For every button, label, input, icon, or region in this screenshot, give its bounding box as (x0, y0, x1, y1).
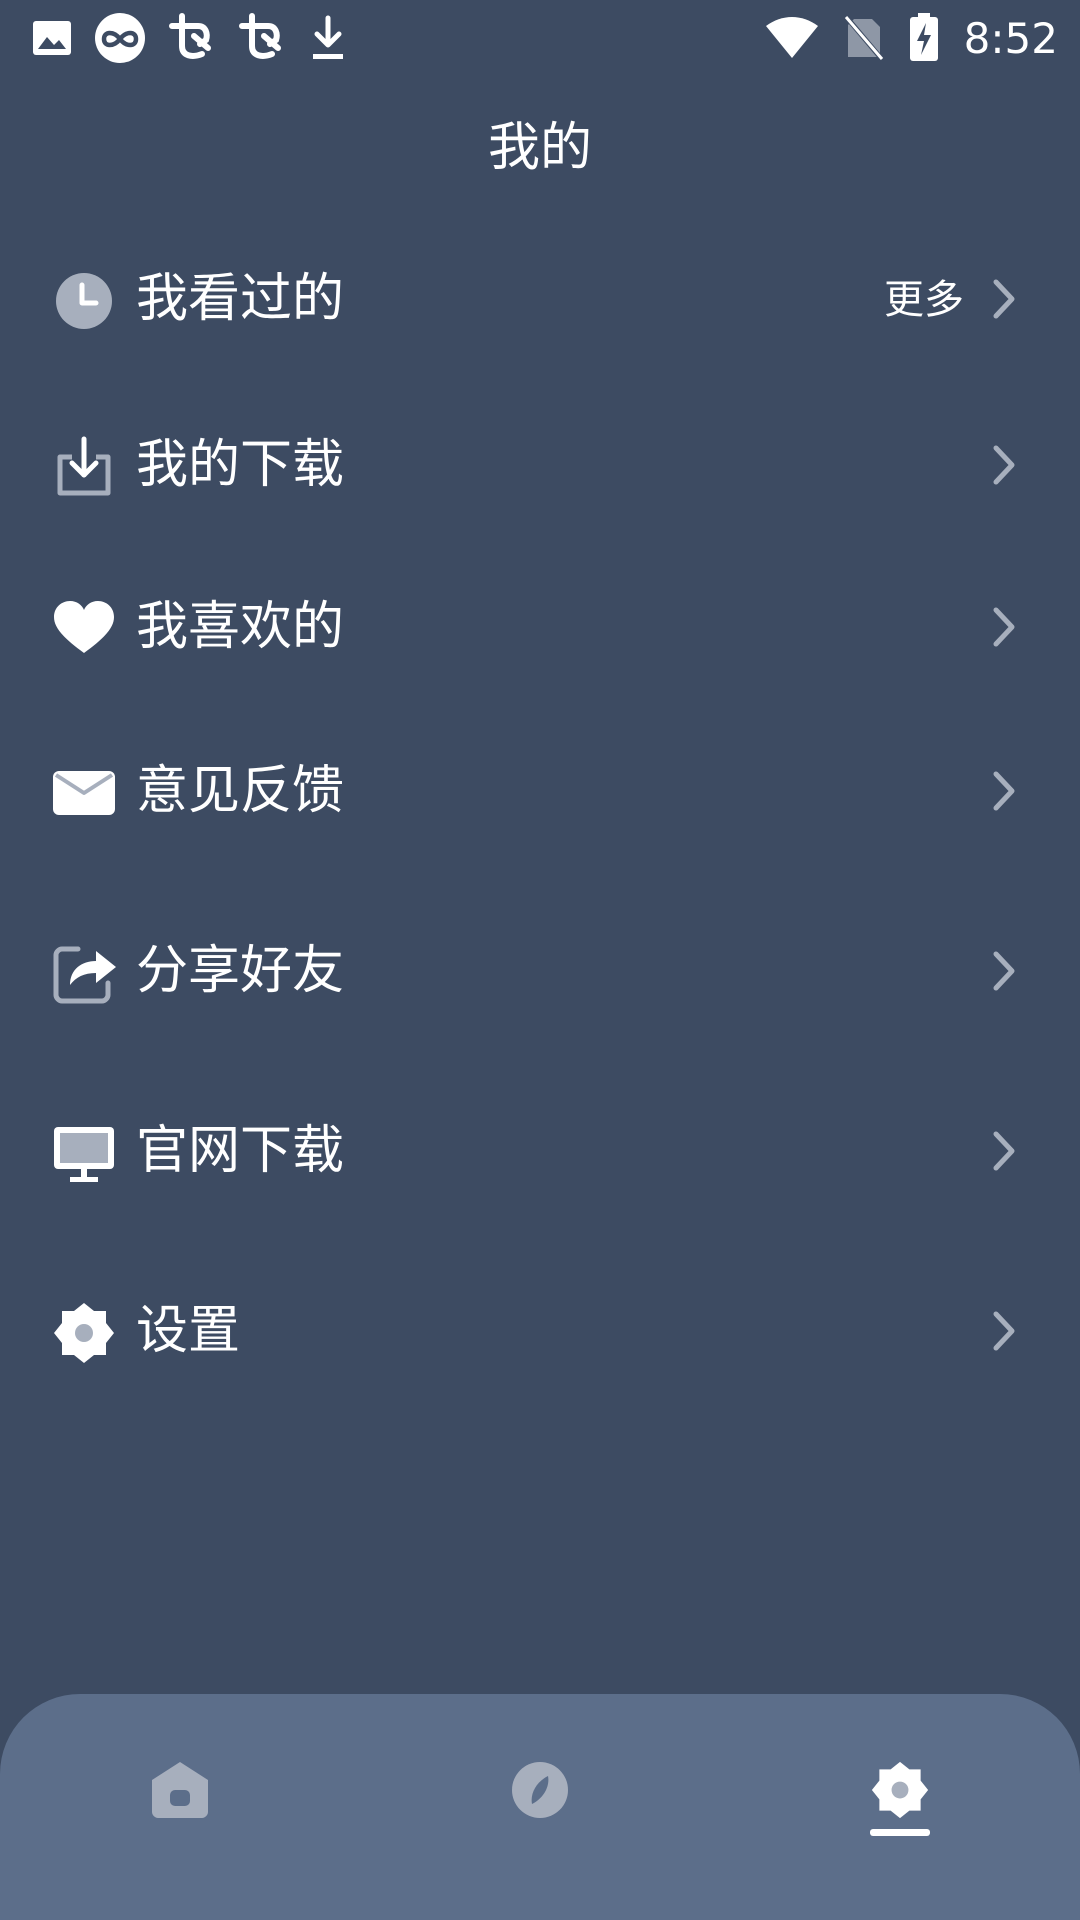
menu-item-share[interactable]: 分享好友 (0, 896, 1080, 1046)
monitor-icon (54, 1127, 114, 1182)
menu-item-official-site[interactable]: 官网下载 (0, 1076, 1080, 1226)
heart-icon (54, 601, 114, 653)
clock-icon (56, 273, 112, 329)
menu-item-favorites[interactable]: 我喜欢的 (0, 552, 1080, 702)
menu-item-downloads[interactable]: 我的下载 (0, 390, 1080, 540)
no-sim-icon (844, 16, 883, 60)
chevron-right-icon (993, 951, 1015, 991)
active-tab-indicator (870, 1829, 930, 1836)
download-icon (313, 15, 343, 59)
menu-item-label: 我的下载 (136, 435, 345, 495)
battery-charging-icon (909, 13, 938, 61)
status-time: 8:52 (963, 13, 1058, 63)
chevron-right-icon (993, 1131, 1015, 1171)
menu-item-label: 意见反馈 (136, 761, 345, 821)
app-icon-1 (169, 13, 211, 59)
infinity-icon (95, 13, 145, 63)
menu-item-label: 我看过的 (136, 269, 345, 329)
share-icon (53, 946, 116, 1004)
more-link[interactable]: 更多 (884, 274, 964, 326)
menu-item-settings[interactable]: 设置 (0, 1256, 1080, 1406)
bottom-nav (0, 1694, 1080, 1920)
home-icon (152, 1762, 208, 1818)
page-title: 我的 (487, 118, 592, 178)
gear-icon (871, 1761, 929, 1819)
menu-item-history[interactable]: 我看过的 更多 (0, 224, 1080, 374)
chevron-right-icon (993, 607, 1015, 647)
menu-item-feedback[interactable]: 意见反馈 (0, 716, 1080, 866)
nav-tab-home[interactable] (120, 1760, 240, 1880)
app-icon-2 (239, 13, 281, 59)
menu-item-label: 设置 (136, 1301, 241, 1361)
chevron-right-icon (993, 279, 1015, 319)
gear-icon (54, 1303, 114, 1363)
chevron-right-icon (993, 771, 1015, 811)
menu-item-label: 官网下载 (136, 1121, 345, 1181)
status-bar-right: 8:52 (764, 10, 1058, 66)
menu-item-label: 分享好友 (136, 941, 345, 1001)
menu-item-label: 我喜欢的 (136, 597, 345, 657)
wifi-icon (765, 17, 818, 58)
compass-icon (512, 1762, 568, 1818)
status-bar: 8:52 (0, 0, 1080, 76)
nav-tab-settings[interactable] (840, 1760, 960, 1880)
envelope-icon (53, 771, 115, 815)
image-icon (33, 21, 71, 55)
download-box-icon (57, 436, 111, 496)
status-bar-left (32, 10, 348, 66)
nav-tab-discover[interactable] (480, 1760, 600, 1880)
chevron-right-icon (993, 445, 1015, 485)
chevron-right-icon (993, 1311, 1015, 1351)
